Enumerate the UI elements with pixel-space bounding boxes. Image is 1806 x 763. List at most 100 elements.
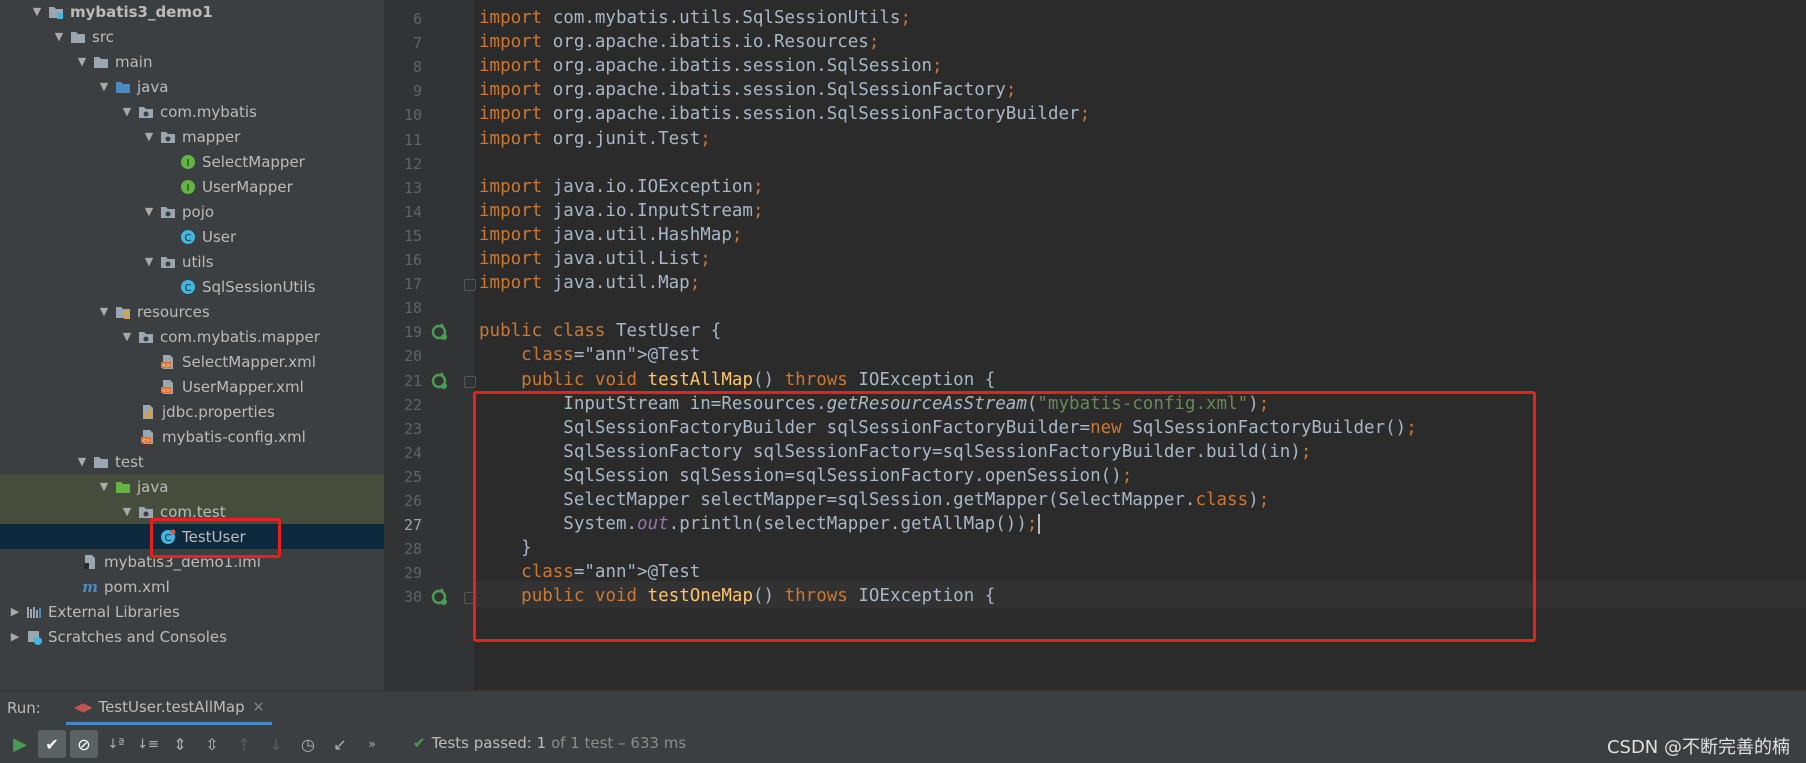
chevron-down-icon[interactable]: ▼ xyxy=(97,74,111,99)
code-line[interactable]: import org.apache.ibatis.io.Resources; xyxy=(479,29,879,56)
status-prefix: Tests passed: xyxy=(431,734,532,752)
sort-alphabetically-icon[interactable]: ↓ª xyxy=(102,730,130,758)
interface-icon: I xyxy=(180,179,196,195)
code-line[interactable]: import java.io.InputStream; xyxy=(479,198,763,225)
line-number: 7 xyxy=(412,34,422,53)
project-tree-item[interactable]: ▼ com.mybatis xyxy=(0,99,384,124)
project-tree-label: UserMapper.xml xyxy=(182,377,304,396)
project-tree-item[interactable]: ▼jdbc.properties xyxy=(0,399,384,424)
project-tree-item[interactable]: ▼ java xyxy=(0,74,384,99)
project-tree-item[interactable]: ▼<>UserMapper.xml xyxy=(0,374,384,399)
svg-text:I: I xyxy=(187,158,190,169)
run-gutter-icon[interactable] xyxy=(431,371,449,390)
chevron-down-icon[interactable]: ▼ xyxy=(97,299,111,324)
chevron-down-icon[interactable]: ▼ xyxy=(120,324,134,349)
status-count: 1 xyxy=(536,734,547,752)
code-line[interactable]: import org.apache.ibatis.session.SqlSess… xyxy=(479,53,943,80)
more-actions-icon[interactable]: » xyxy=(358,730,386,758)
line-number: 8 xyxy=(412,58,422,77)
collapse-all-icon[interactable]: ⇳ xyxy=(198,730,226,758)
show-passed-icon[interactable]: ✔ xyxy=(38,730,66,758)
code-line[interactable]: import org.apache.ibatis.session.SqlSess… xyxy=(479,77,1016,104)
chevron-down-icon[interactable]: ▼ xyxy=(97,474,111,499)
code-line[interactable]: import java.util.HashMap; xyxy=(479,222,742,249)
project-tree-label: mybatis3_demo1 xyxy=(70,2,213,21)
project-tree-item[interactable]: ▼<>mybatis-config.xml xyxy=(0,424,384,449)
project-tree-item[interactable]: ▼ mapper xyxy=(0,124,384,149)
code-line[interactable]: import org.apache.ibatis.session.SqlSess… xyxy=(479,101,1090,128)
close-tab-icon[interactable]: × xyxy=(253,699,265,715)
project-tree-item[interactable]: ▼ utils xyxy=(0,249,384,274)
chevron-down-icon[interactable]: ▼ xyxy=(52,24,66,49)
run-gutter-icon[interactable] xyxy=(431,323,449,341)
project-tree-label: SelectMapper xyxy=(202,152,305,171)
code-line[interactable]: class="ann">@Test xyxy=(479,342,700,369)
chevron-down-icon[interactable]: ▼ xyxy=(75,449,89,474)
package-icon xyxy=(138,104,154,120)
run-gutter-icon[interactable] xyxy=(431,588,449,606)
code-line[interactable]: import java.io.IOException; xyxy=(479,174,763,201)
line-number: 25 xyxy=(403,467,422,486)
code-line[interactable]: import java.util.List; xyxy=(479,246,711,273)
project-tool-window: ▼ mybatis3_demo1 ▼ src ▼ main ▼ java ▼ com.mybati… xyxy=(0,0,384,690)
chevron-down-icon[interactable]: ▼ xyxy=(142,249,156,274)
project-tree-item[interactable]: ▼ pojo xyxy=(0,199,384,224)
sort-by-duration-icon[interactable]: ↓≡ xyxy=(134,730,162,758)
project-tree-item[interactable]: ▼ com.mybatis.mapper xyxy=(0,324,384,349)
project-tree-label: mapper xyxy=(182,127,241,146)
project-tree-label: test xyxy=(115,452,144,471)
previous-failed-icon[interactable]: ↑ xyxy=(230,730,258,758)
svg-text:<>: <> xyxy=(142,438,150,444)
code-line[interactable]: import java.util.Map; xyxy=(479,270,700,297)
code-line[interactable]: import com.mybatis.utils.SqlSessionUtils… xyxy=(479,5,911,32)
code-line[interactable]: import org.junit.Test; xyxy=(479,126,711,153)
project-tree-item[interactable]: ▼ main xyxy=(0,49,384,74)
chevron-down-icon[interactable]: ▼ xyxy=(30,0,44,24)
project-tree-item[interactable]: ▶ External Libraries xyxy=(0,599,384,624)
svg-text:m: m xyxy=(82,579,98,595)
fold-marker-icon[interactable] xyxy=(464,375,476,388)
rerun-icon[interactable]: ▶ xyxy=(6,730,34,758)
chevron-right-icon[interactable]: ▶ xyxy=(8,599,22,624)
show-ignored-icon[interactable]: ⊘ xyxy=(70,730,98,758)
run-tab-testuser-testallmap[interactable]: ◀▶ TestUser.testAllMap × xyxy=(66,691,273,725)
line-number: 24 xyxy=(403,443,422,462)
status-rest: of 1 test – 633 ms xyxy=(550,734,687,752)
chevron-down-icon[interactable]: ▼ xyxy=(75,49,89,74)
chevron-down-icon[interactable]: ▼ xyxy=(142,124,156,149)
project-tree-label: User xyxy=(202,227,237,246)
project-tree-label: java xyxy=(137,477,169,496)
project-tree-item[interactable]: ▼CUser xyxy=(0,224,384,249)
project-tree-item[interactable]: ▼CSqlSessionUtils xyxy=(0,274,384,299)
export-results-icon[interactable]: ↙ xyxy=(326,730,354,758)
project-tree-item[interactable]: ▶ Scratches and Consoles xyxy=(0,624,384,649)
code-line[interactable]: public class TestUser { xyxy=(479,318,721,345)
chevron-down-icon[interactable]: ▼ xyxy=(142,199,156,224)
maven-icon: m xyxy=(82,579,98,595)
expand-all-icon[interactable]: ⇕ xyxy=(166,730,194,758)
run-label-text: Run: xyxy=(7,699,41,717)
project-tree-item[interactable]: ▼IUserMapper xyxy=(0,174,384,199)
project-tree-item[interactable]: ▼ mybatis3_demo1 xyxy=(0,0,384,24)
project-tree-item[interactable]: ▼ resources xyxy=(0,299,384,324)
project-tree-label: resources xyxy=(137,302,210,321)
project-tree-item[interactable]: ▼ src xyxy=(0,24,384,49)
chevron-down-icon[interactable]: ▼ xyxy=(120,99,134,124)
code-line[interactable]: public void testAllMap() throws IOExcept… xyxy=(479,367,995,394)
test-history-icon[interactable]: ◷ xyxy=(294,730,322,758)
project-tree-item[interactable]: ▼mpom.xml xyxy=(0,574,384,599)
next-failed-icon[interactable]: ↓ xyxy=(262,730,290,758)
run-tool-window: Run: ◀▶ TestUser.testAllMap × ▶ ✔ ⊘ ↓ª ↓… xyxy=(0,690,1806,763)
project-tree-item[interactable]: ▼ test xyxy=(0,449,384,474)
chevron-right-icon[interactable]: ▶ xyxy=(8,624,22,649)
project-tree-item[interactable]: ▼ISelectMapper xyxy=(0,149,384,174)
highlight-box-test-method xyxy=(473,391,1536,642)
fold-marker-icon[interactable] xyxy=(464,279,476,292)
properties-file-icon xyxy=(140,404,156,420)
chevron-down-icon[interactable]: ▼ xyxy=(120,499,134,524)
line-number: 17 xyxy=(403,275,422,294)
class-icon: C xyxy=(180,279,196,295)
project-tree-label: mybatis-config.xml xyxy=(162,427,306,446)
project-tree-item[interactable]: ▼ java xyxy=(0,474,384,499)
project-tree-item[interactable]: ▼<>SelectMapper.xml xyxy=(0,349,384,374)
